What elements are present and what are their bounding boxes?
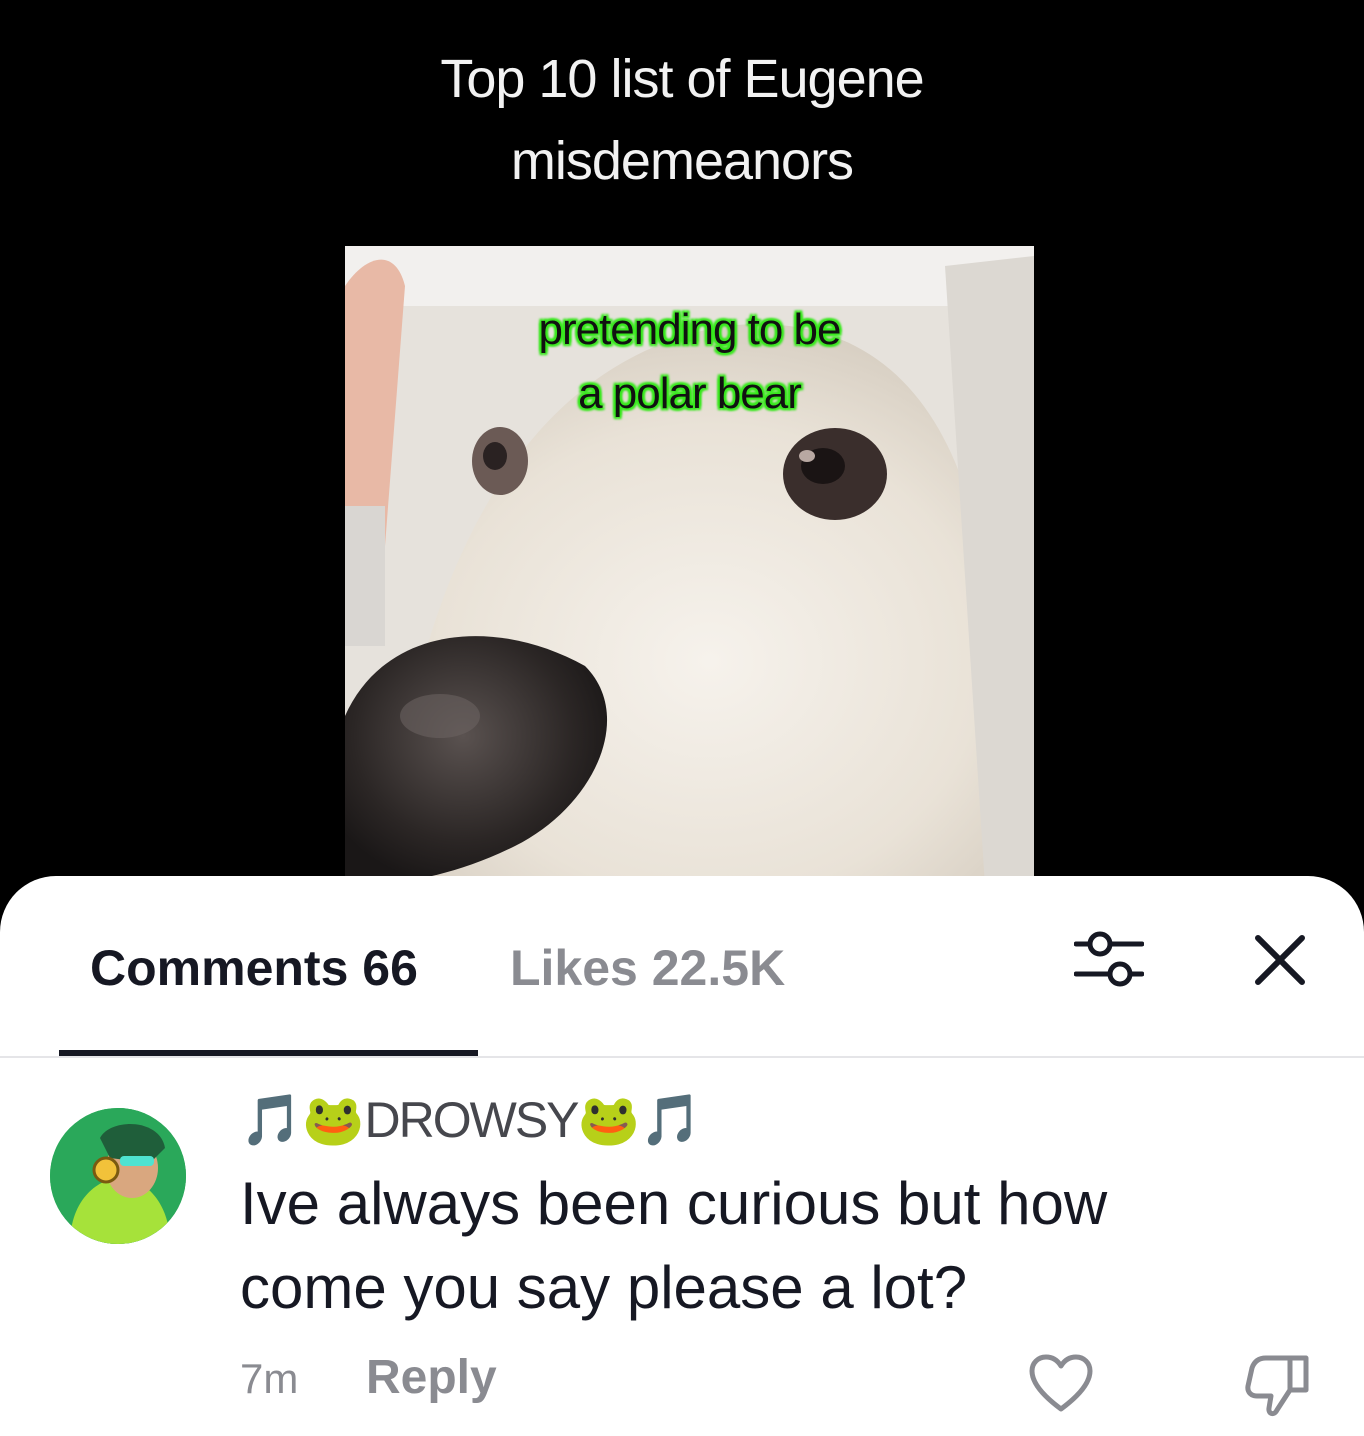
heart-outline-icon[interactable] — [1028, 1354, 1094, 1414]
comment-text-line-2: come you say please a lot? — [240, 1254, 968, 1321]
username-decoration-left: 🎵🐸 — [240, 1092, 365, 1148]
sliders-icon[interactable] — [1073, 926, 1145, 992]
username-decoration-right: 🐸🎵 — [577, 1092, 703, 1148]
tabs-divider — [0, 1056, 1364, 1058]
video-player[interactable]: Top 10 list of Eugene misdemeanors prete… — [0, 0, 1364, 900]
tab-comments[interactable]: Comments 66 — [90, 938, 418, 998]
username-text: DROWSY — [364, 1092, 580, 1148]
comment-username[interactable]: 🎵🐸 DROWSY 🐸🎵 — [240, 1088, 702, 1152]
video-caption: pretending to be a polar bear — [345, 298, 1034, 426]
caption-line-2: a polar bear — [578, 369, 802, 418]
avatar[interactable] — [50, 1108, 186, 1244]
video-title: Top 10 list of Eugene misdemeanors — [0, 38, 1364, 202]
close-icon[interactable] — [1252, 932, 1308, 988]
comment-text-line-1: Ive always been curious but how — [240, 1170, 1108, 1237]
comments-sheet: Comments 66 Likes 22.5K 🎵🐸 DROWSY 🐸🎵 Ive… — [0, 876, 1364, 1436]
tab-likes[interactable]: Likes 22.5K — [510, 938, 785, 998]
thumbs-down-icon[interactable] — [1244, 1352, 1314, 1418]
reply-button[interactable]: Reply — [366, 1348, 497, 1408]
comment-text: Ive always been curious but how come you… — [240, 1162, 1320, 1330]
comment-timestamp: 7m — [240, 1355, 299, 1402]
video-title-line-1: Top 10 list of Eugene — [440, 49, 924, 109]
video-title-line-2: misdemeanors — [510, 131, 854, 191]
video-frame-dog-closeup: pretending to be a polar bear — [345, 246, 1034, 886]
caption-line-1: pretending to be — [538, 305, 841, 354]
